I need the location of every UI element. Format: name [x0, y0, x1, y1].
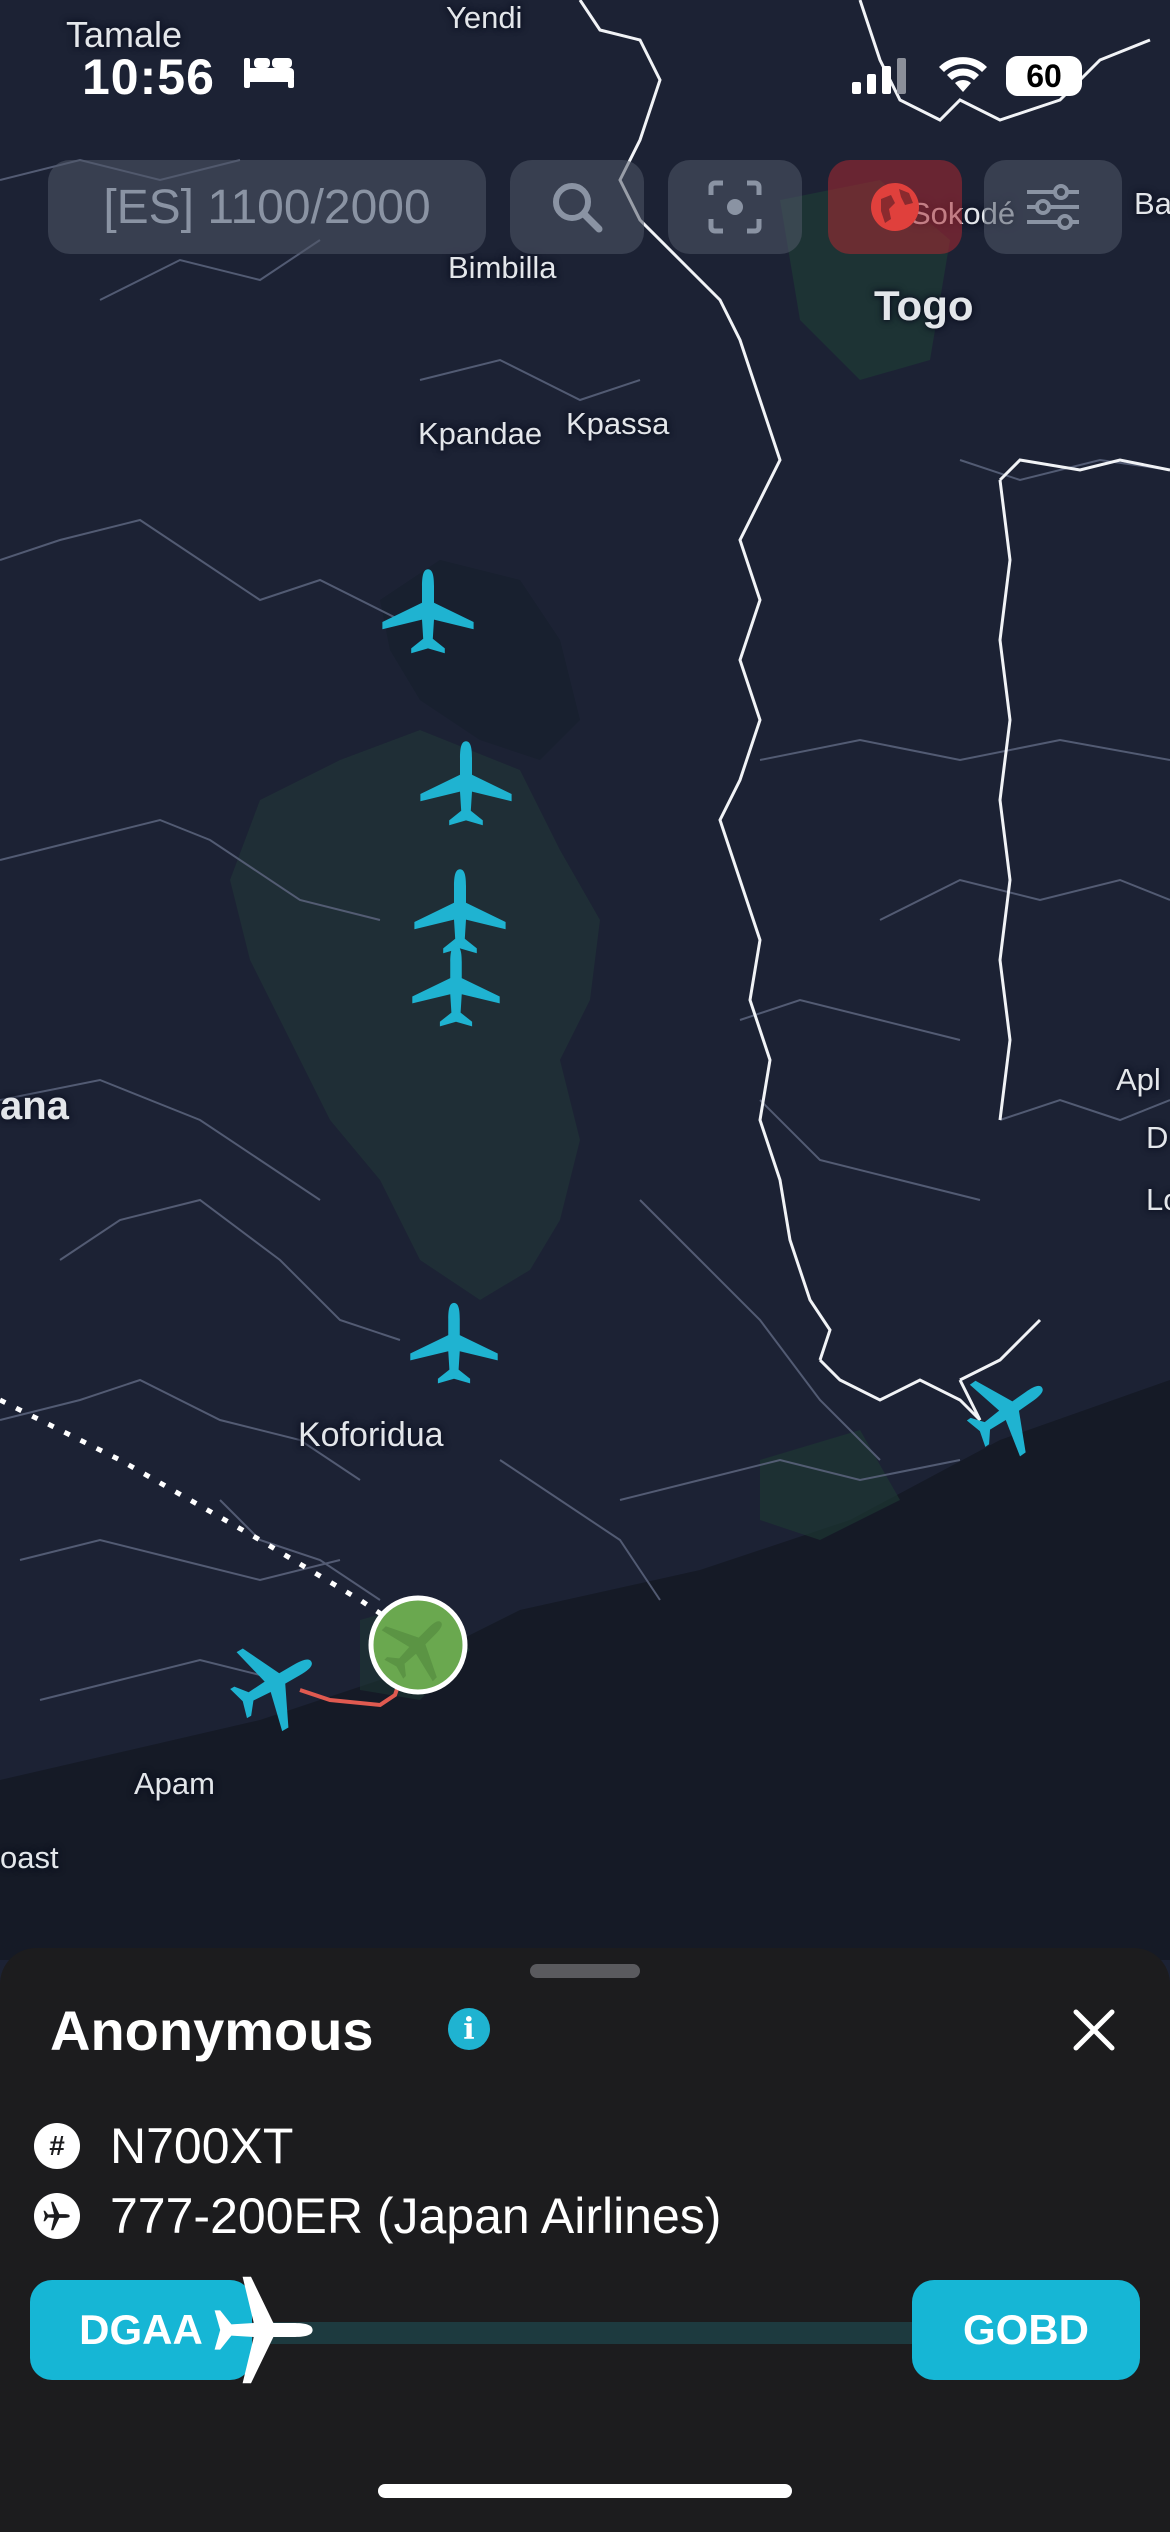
- flight-title: Anonymous: [50, 1999, 374, 2062]
- map-label-lo: Lo: [1146, 1182, 1170, 1217]
- battery-indicator: 60: [1006, 56, 1082, 96]
- map-label-coast: oast: [0, 1840, 59, 1875]
- hash-icon: #: [34, 2123, 80, 2169]
- registration-row: # N700XT: [34, 2116, 293, 2176]
- map-label-d: D: [1146, 1120, 1169, 1155]
- status-time: 10:56: [82, 49, 215, 105]
- aircraft-type-value: 777-200ER (Japan Airlines): [110, 2188, 722, 2244]
- flight-count-pill[interactable]: [ES] 1100/2000: [48, 160, 486, 254]
- region-globe-button[interactable]: [828, 160, 962, 254]
- map-label-ba: Ba: [1134, 186, 1170, 221]
- registration-value: N700XT: [110, 2118, 294, 2174]
- info-icon[interactable]: i: [448, 2008, 490, 2050]
- ar-scan-button[interactable]: [668, 160, 802, 254]
- flight-count-label: [ES] 1100/2000: [103, 180, 431, 234]
- map-label-ghana: ana: [0, 1084, 69, 1128]
- wifi-icon: [939, 57, 987, 92]
- map-label-aplahoue: Apl: [1116, 1062, 1161, 1097]
- destination-airport-button[interactable]: GOBD: [912, 2280, 1140, 2380]
- search-button[interactable]: [510, 160, 644, 254]
- map-label-bimbilla: Bimbilla: [448, 250, 557, 285]
- cellular-signal-icon: [852, 58, 906, 94]
- destination-code: GOBD: [963, 2306, 1089, 2353]
- battery-level: 60: [1026, 57, 1062, 94]
- route-airplane-icon: [214, 2276, 313, 2384]
- map-label-apam: Apam: [134, 1766, 215, 1801]
- map-label-koforidua: Koforidua: [298, 1416, 444, 1454]
- selected-aircraft-marker[interactable]: [368, 1595, 468, 1695]
- origin-code: DGAA: [79, 2306, 203, 2353]
- flight-details-sheet: Anonymous i # N700XT 777-200ER (Japan Ai…: [0, 1948, 1170, 2532]
- close-icon[interactable]: [1064, 2000, 1124, 2060]
- map-label-kpassa: Kpassa: [566, 406, 670, 441]
- map-label-togo: Togo: [874, 282, 974, 329]
- map-label-yendi: Yendi: [446, 0, 523, 35]
- sheet-grabber[interactable]: [530, 1964, 640, 1978]
- aircraft-type-row: 777-200ER (Japan Airlines): [34, 2186, 721, 2246]
- sleep-focus-icon: [244, 58, 294, 88]
- flight-map[interactable]: [0, 0, 1170, 1960]
- map-label-kpandae: Kpandae: [418, 416, 543, 451]
- globe-icon: [871, 183, 919, 231]
- filter-settings-button[interactable]: [984, 160, 1122, 254]
- route-progress: DGAA GOBD: [0, 2276, 1170, 2384]
- airplane-circle-icon: [34, 2193, 80, 2239]
- status-bar: 10:56 60: [0, 40, 1170, 120]
- search-icon: [553, 183, 603, 233]
- sliders-icon: [1027, 184, 1079, 230]
- scan-frame-icon: [708, 180, 762, 234]
- home-indicator[interactable]: [378, 2484, 792, 2498]
